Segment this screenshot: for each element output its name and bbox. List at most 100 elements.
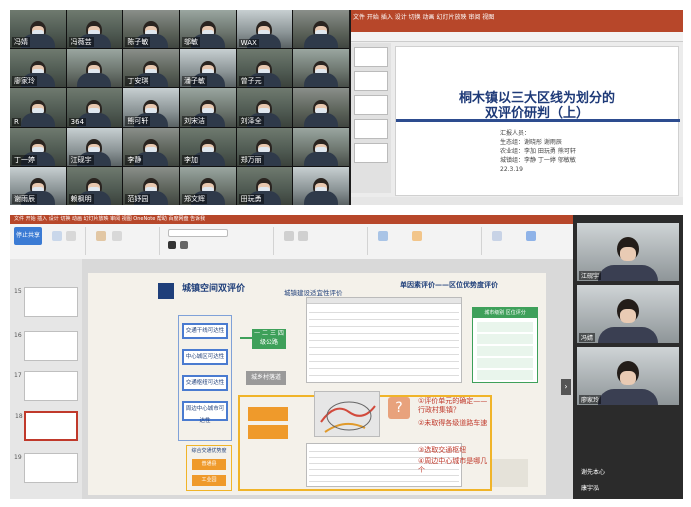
participant-tile[interactable]: 谢雨辰 (10, 166, 66, 205)
participant-tile[interactable]: 李加 (180, 127, 236, 166)
baidu-save-icon[interactable] (526, 231, 536, 241)
participant-tile[interactable]: 丁安琪 (123, 49, 179, 88)
italic-icon[interactable] (180, 241, 188, 249)
meeting-screenshot-top: 冯婧 冯薇芸 陈子敏 邬敏 WAX 廖家玲 丁安琪 潘子敏 曾子元 R 364 熊可轩 刘宋洁 刘泽全丁一… (10, 10, 683, 205)
participant-tile[interactable]: 郑万丽 (236, 127, 293, 166)
participant-tile[interactable]: 熊可轩 (123, 88, 179, 127)
shapes-icon[interactable] (378, 231, 388, 241)
slide-thumbnail[interactable] (354, 143, 388, 163)
slide-thumbnail[interactable]: 16 (14, 331, 78, 361)
ribbon-group-editing (486, 227, 570, 255)
title-line-1: 桐木镇以三大区线为划分的 (458, 91, 615, 106)
participant-tile[interactable]: 廖家玲 (10, 49, 66, 88)
participant-name[interactable]: 谢先本心 (581, 467, 605, 476)
table-body (309, 306, 459, 376)
find-icon[interactable] (492, 231, 502, 241)
participant-tile[interactable]: R (10, 88, 66, 127)
participant-name: 李加 (182, 154, 200, 165)
participant-name[interactable]: 康宇泓 (581, 483, 599, 492)
ribbon-group-slides (90, 227, 160, 255)
participant-name: 江砚宇 (579, 271, 602, 280)
bottom-label: 综合交通优势度 (191, 448, 227, 454)
bottom-box: 普通县 (192, 459, 226, 470)
new-slide-icon[interactable] (96, 231, 106, 241)
powerpoint-window-top: 文件 开始 插入 设计 切换 动画 幻灯片放映 审阅 视图 桐木镇以三大区线为划… (351, 10, 683, 205)
question-text: ②未取得各级道路车速 (418, 419, 488, 427)
participant-tile[interactable]: 赖枫明 (66, 166, 123, 205)
bullets-icon[interactable] (284, 231, 294, 241)
arrange-icon[interactable] (412, 231, 422, 241)
participant-tile[interactable]: 田玩勇 (236, 166, 293, 205)
slide-thumbnail[interactable]: 15 (14, 287, 78, 317)
participant-body (304, 73, 339, 88)
slide-thumbnail[interactable] (354, 95, 388, 115)
participant-tile[interactable]: 李静 (123, 127, 179, 166)
slide-thumbnail[interactable]: 19 (14, 453, 78, 483)
participant-tile[interactable] (293, 10, 349, 49)
report-date: 22.3.19 (500, 166, 523, 173)
bold-icon[interactable] (168, 241, 176, 249)
participant-face (620, 247, 636, 261)
participant-tile[interactable]: 邬敏 (180, 10, 236, 49)
paste-icon[interactable] (52, 231, 62, 241)
participant-tile[interactable]: 冯婧 (10, 10, 66, 49)
ribbon-tabs[interactable]: 文件 开始 插入 设计 切换 动画 幻灯片放映 审阅 视图 OneNote 帮助… (10, 215, 573, 224)
stop-share-button[interactable]: 停止共享 (14, 227, 42, 245)
participant-body (304, 151, 339, 166)
grey-box: 城乡村落道 (246, 371, 286, 385)
current-slide[interactable]: 城镇空间双评价 城镇建设适宜性评价 单因素评价——区位优势度评价 交通干线可达性… (88, 273, 546, 495)
participant-tile[interactable]: 郑文辉 (180, 166, 236, 205)
ribbon-group-font (164, 227, 274, 255)
slide-thumbnail[interactable]: 17 (14, 371, 78, 401)
ppt-ribbon-bottom: 文件 开始 插入 设计 切换 动画 幻灯片放映 审阅 视图 OneNote 帮助… (10, 215, 573, 259)
participant-tile[interactable] (293, 166, 349, 205)
participant-tile[interactable] (293, 49, 349, 88)
orange-box (248, 425, 288, 439)
slide-right-title: 单因素评价——区位优势度评价 (400, 281, 498, 289)
participant-name: 陈子敏 (125, 37, 151, 48)
participant-tile[interactable]: 陈子敏 (123, 10, 179, 49)
participant-video[interactable]: 江砚宇 (577, 223, 679, 281)
slide-thumbnail-selected[interactable]: 18 (15, 411, 78, 441)
participant-video[interactable]: 冯婧 (577, 285, 679, 343)
participant-tile[interactable] (293, 88, 349, 127)
map-drawing (320, 401, 376, 433)
title-accent (158, 283, 174, 299)
layout-icon[interactable] (112, 231, 122, 241)
participant-tile[interactable]: WAX (236, 10, 293, 49)
participant-tile[interactable]: 364 (66, 88, 123, 127)
participant-tile[interactable]: 曾子元 (236, 49, 293, 88)
participant-name: 范妤园 (125, 194, 151, 204)
align-icon[interactable] (298, 231, 308, 241)
title-underline (396, 119, 680, 122)
participant-tile[interactable]: 刘宋洁 (180, 88, 236, 127)
cut-icon[interactable] (66, 231, 76, 241)
ppt-thumbnail-pane[interactable] (351, 43, 391, 193)
font-select[interactable] (168, 229, 228, 237)
participant-name: 丁一婷 (12, 154, 37, 165)
participant-tile[interactable] (293, 127, 349, 166)
slide-title: 城镇空间双评价 (182, 284, 246, 294)
participant-video[interactable]: 廖家玲 (577, 347, 679, 405)
slide-thumbnail[interactable] (354, 71, 388, 91)
slide-title: 桐木镇以三大区线为划分的 双评价研判（上） (396, 91, 678, 121)
decor-image (492, 459, 528, 487)
participant-name: 丁安琪 (125, 76, 151, 87)
slide-editor: 城镇空间双评价 城镇建设适宜性评价 单因素评价——区位优势度评价 交通干线可达性… (82, 259, 573, 499)
slide-thumbnail-pane[interactable]: 15 16 17 18 19 (10, 259, 82, 499)
ppt-ribbon-tabs[interactable]: 文件 开始 插入 设计 切换 动画 幻灯片放映 审阅 视图 (353, 12, 494, 21)
participant-name: 潘子敏 (182, 76, 207, 87)
participant-name: WAX (238, 39, 259, 48)
participant-tile[interactable]: 丁一婷 (10, 127, 66, 166)
participant-tile[interactable]: 范妤园 (123, 166, 179, 205)
participant-tile[interactable]: 刘泽全 (236, 88, 293, 127)
collapse-panel-icon[interactable]: › (561, 379, 571, 395)
participant-name: 赖枫明 (68, 194, 94, 204)
participant-tile[interactable]: 冯薇芸 (66, 10, 123, 49)
participant-name: 熊可轩 (125, 115, 151, 126)
participant-tile[interactable]: 江砚宇 (66, 127, 123, 166)
participant-tile[interactable]: 潘子敏 (180, 49, 236, 88)
participant-tile[interactable] (66, 49, 123, 88)
slide-thumbnail[interactable] (354, 119, 388, 139)
slide-thumbnail[interactable] (354, 47, 388, 67)
